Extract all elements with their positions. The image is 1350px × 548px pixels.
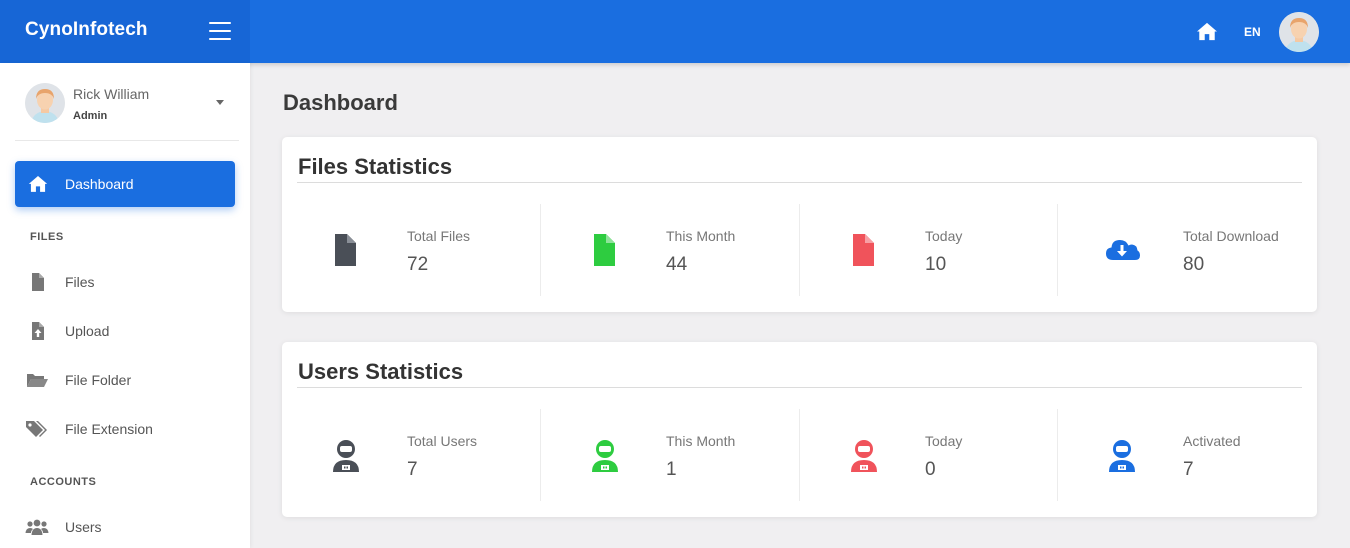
users-statistics-card: Users Statistics Total Users 7 This Mont… (282, 342, 1317, 517)
stat-total-users: Total Users 7 (282, 409, 540, 501)
users-icon (25, 519, 49, 535)
sidebar-item-files[interactable]: Files (15, 262, 235, 302)
sidebar-item-label: File Extension (65, 421, 153, 437)
user-astronaut-icon (1109, 440, 1135, 472)
stat-users-today: Today 0 (799, 409, 1057, 501)
stat-value: 1 (666, 459, 677, 480)
user-astronaut-icon (592, 440, 618, 472)
stat-value: 72 (407, 254, 429, 275)
card-title: Files Statistics (298, 154, 453, 179)
file-upload-icon (32, 322, 44, 340)
stat-label: Today (925, 228, 963, 244)
stat-value: 80 (1183, 254, 1205, 275)
tags-icon (26, 421, 47, 437)
stat-users-this-month: This Month 1 (540, 409, 798, 501)
menu-toggle-icon[interactable] (209, 22, 231, 40)
avatar (25, 83, 65, 123)
stat-label: Total Users (407, 433, 478, 449)
sidebar-section-accounts: ACCOUNTS (30, 476, 97, 488)
sidebar: Rick William Admin Dashboard FILES Files… (0, 63, 250, 548)
user-astronaut-icon (333, 440, 359, 472)
stat-value: 10 (925, 254, 947, 275)
stat-label: Activated (1183, 433, 1241, 449)
home-icon[interactable] (1196, 21, 1218, 41)
avatar-image (1279, 12, 1319, 52)
header-avatar[interactable] (1279, 12, 1319, 52)
stat-files-this-month: This Month 44 (540, 204, 798, 296)
stat-label: Total Files (407, 228, 471, 244)
user-profile-dropdown[interactable]: Rick William Admin (15, 63, 239, 141)
sidebar-item-upload[interactable]: Upload (15, 311, 235, 351)
sidebar-item-label: Dashboard (65, 176, 134, 192)
language-selector[interactable]: EN (1244, 25, 1261, 39)
divider (297, 387, 1302, 388)
files-statistics-card: Files Statistics Total Files 72 This Mon… (282, 137, 1317, 312)
stat-label: Today (925, 433, 963, 449)
folder-open-icon (27, 374, 48, 387)
brand-logo[interactable]: CynoInfotech (25, 19, 148, 41)
stat-label: This Month (666, 433, 736, 449)
stat-files-today: Today 10 (799, 204, 1057, 296)
page-title: Dashboard (283, 90, 398, 115)
divider (297, 182, 1302, 183)
sidebar-item-label: File Folder (65, 372, 132, 388)
stat-value: 7 (407, 459, 418, 480)
brand-area: CynoInfotech (0, 0, 250, 63)
user-astronaut-icon (851, 440, 877, 472)
card-title: Users Statistics (298, 359, 464, 384)
avatar-image (25, 83, 65, 123)
sidebar-item-file-folder[interactable]: File Folder (15, 360, 235, 400)
chevron-down-icon[interactable] (216, 100, 224, 105)
stat-total-files: Total Files 72 (282, 204, 540, 296)
home-icon (28, 176, 48, 192)
stat-label: This Month (666, 228, 736, 244)
top-navbar: CynoInfotech EN (0, 0, 1350, 63)
stat-value: 7 (1183, 459, 1194, 480)
sidebar-item-label: Upload (65, 323, 110, 339)
file-icon (32, 273, 44, 291)
file-icon (335, 234, 356, 266)
cloud-download-icon (1106, 240, 1140, 260)
stat-users-activated: Activated 7 (1057, 409, 1315, 501)
sidebar-item-label: Users (65, 519, 102, 535)
stat-value: 44 (666, 254, 688, 275)
file-icon (853, 234, 874, 266)
stat-label: Total Download (1183, 228, 1279, 244)
sidebar-item-users[interactable]: Users (15, 507, 235, 547)
user-name: Rick William (73, 86, 150, 102)
sidebar-item-file-extension[interactable]: File Extension (15, 409, 235, 449)
sidebar-item-label: Files (65, 274, 95, 290)
sidebar-item-dashboard[interactable]: Dashboard (15, 161, 235, 207)
stat-value: 0 (925, 459, 936, 480)
user-role: Admin (73, 110, 108, 122)
file-icon (594, 234, 615, 266)
sidebar-section-files: FILES (30, 231, 64, 243)
stat-total-download: Total Download 80 (1057, 204, 1315, 296)
